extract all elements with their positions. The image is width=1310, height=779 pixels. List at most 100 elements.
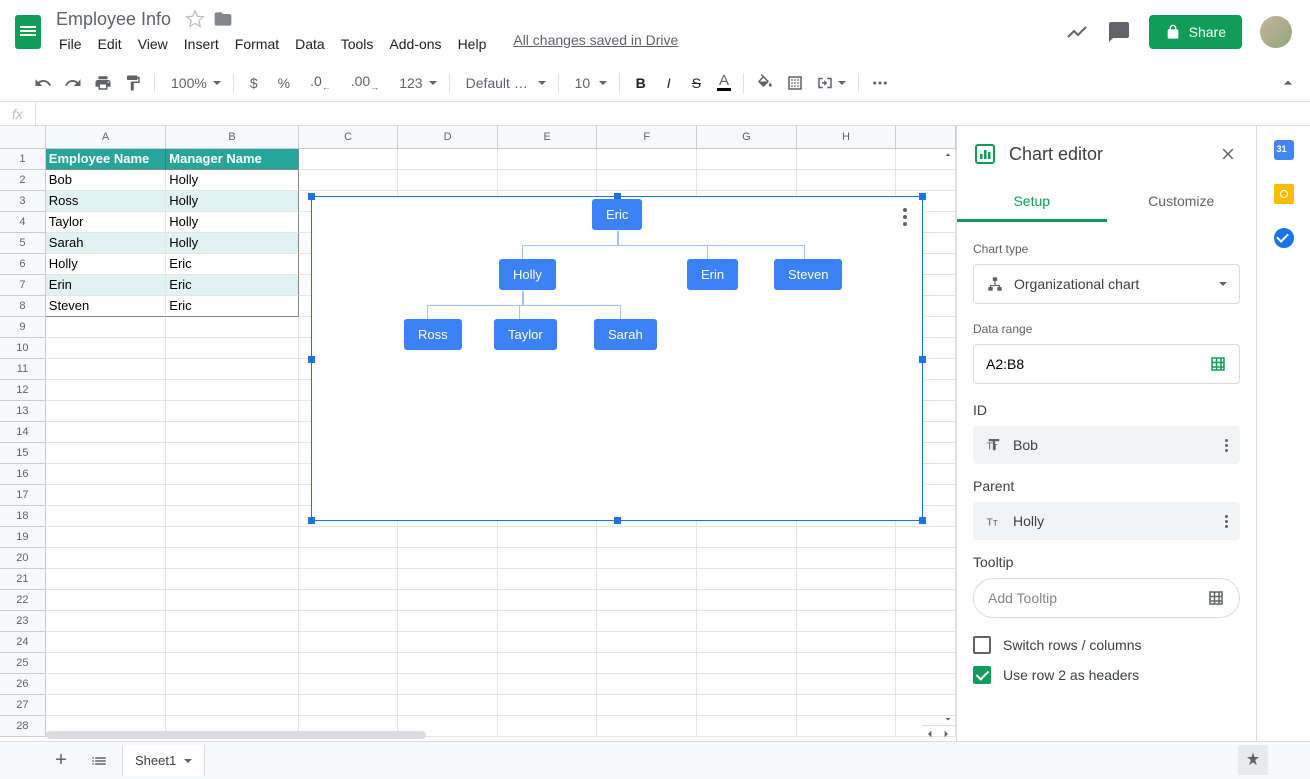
cell[interactable] <box>498 653 598 674</box>
row-header[interactable]: 19 <box>0 527 46 548</box>
cell[interactable] <box>597 149 697 170</box>
row-header[interactable]: 27 <box>0 695 46 716</box>
add-tooltip-button[interactable]: Add Tooltip <box>973 578 1240 618</box>
cell[interactable] <box>166 695 298 716</box>
cell[interactable] <box>166 401 298 422</box>
row-header[interactable]: 21 <box>0 569 46 590</box>
menu-help[interactable]: Help <box>451 32 494 56</box>
cell[interactable] <box>46 485 166 506</box>
cell[interactable]: Erin <box>46 275 166 296</box>
cell[interactable] <box>46 401 166 422</box>
cell[interactable] <box>597 569 697 590</box>
scroll-arrows[interactable] <box>922 725 956 741</box>
row-header[interactable]: 20 <box>0 548 46 569</box>
cell[interactable] <box>46 380 166 401</box>
close-panel-button[interactable] <box>1216 142 1240 166</box>
collapse-toolbar-icon[interactable] <box>1278 73 1298 93</box>
cell[interactable] <box>46 653 166 674</box>
cell[interactable] <box>797 695 897 716</box>
calendar-icon[interactable] <box>1274 140 1294 160</box>
cell[interactable] <box>166 317 298 338</box>
row-header[interactable]: 14 <box>0 422 46 443</box>
cell[interactable] <box>46 527 166 548</box>
tab-setup[interactable]: Setup <box>957 182 1107 222</box>
all-sheets-button[interactable] <box>84 746 114 776</box>
cell[interactable] <box>697 674 797 695</box>
print-button[interactable] <box>90 70 116 96</box>
row-header[interactable]: 12 <box>0 380 46 401</box>
more-toolbar-button[interactable] <box>867 70 893 96</box>
cell[interactable] <box>166 548 298 569</box>
currency-button[interactable]: $ <box>242 70 266 96</box>
cell[interactable]: Taylor <box>46 212 166 233</box>
account-avatar[interactable] <box>1260 16 1292 48</box>
cell[interactable] <box>299 674 399 695</box>
menu-edit[interactable]: Edit <box>91 32 129 56</box>
keep-icon[interactable] <box>1274 184 1294 204</box>
cell[interactable] <box>697 590 797 611</box>
cell[interactable] <box>498 611 598 632</box>
cell[interactable] <box>797 527 897 548</box>
row-header[interactable]: 4 <box>0 212 46 233</box>
row-header[interactable]: 28 <box>0 716 46 737</box>
cell[interactable] <box>498 674 598 695</box>
row-header[interactable]: 15 <box>0 443 46 464</box>
col-header[interactable] <box>896 126 956 149</box>
cell[interactable] <box>46 443 166 464</box>
cell[interactable] <box>597 632 697 653</box>
cell[interactable] <box>398 569 498 590</box>
increase-decimal-button[interactable]: .00→ <box>343 70 387 96</box>
row-header[interactable]: 22 <box>0 590 46 611</box>
merge-button[interactable] <box>812 70 850 96</box>
col-header[interactable]: G <box>697 126 797 149</box>
cell[interactable] <box>398 170 498 191</box>
zoom-select[interactable]: 100% <box>163 70 225 96</box>
move-folder-icon[interactable] <box>213 9 233 29</box>
cell[interactable]: Holly <box>166 233 298 254</box>
decrease-decimal-button[interactable]: .0← <box>302 70 339 96</box>
cell[interactable] <box>398 149 498 170</box>
cell[interactable] <box>166 422 298 443</box>
cell[interactable] <box>299 590 399 611</box>
cell[interactable] <box>166 590 298 611</box>
cell[interactable] <box>498 527 598 548</box>
cell[interactable] <box>398 590 498 611</box>
cell[interactable] <box>46 422 166 443</box>
cell[interactable]: Holly <box>166 212 298 233</box>
save-status[interactable]: All changes saved in Drive <box>513 32 678 56</box>
paint-format-button[interactable] <box>120 70 146 96</box>
cell[interactable] <box>697 632 797 653</box>
cell[interactable] <box>797 569 897 590</box>
col-header[interactable]: F <box>597 126 697 149</box>
spreadsheet-grid[interactable]: A B C D E F G H 1Employee NameManager Na… <box>0 126 956 741</box>
strikethrough-button[interactable]: S <box>684 70 709 96</box>
cell[interactable] <box>597 674 697 695</box>
cell[interactable] <box>299 653 399 674</box>
cell[interactable] <box>46 632 166 653</box>
more-icon[interactable] <box>1225 439 1228 452</box>
bold-button[interactable]: B <box>628 70 654 96</box>
cell[interactable]: Holly <box>166 170 298 191</box>
cell[interactable] <box>797 590 897 611</box>
cell[interactable] <box>597 548 697 569</box>
cell[interactable] <box>797 653 897 674</box>
cell[interactable] <box>46 611 166 632</box>
percent-button[interactable]: % <box>270 70 298 96</box>
cell[interactable] <box>697 611 797 632</box>
italic-button[interactable]: I <box>658 70 680 96</box>
cell[interactable] <box>398 632 498 653</box>
cell[interactable]: Steven <box>46 296 166 317</box>
row-header[interactable]: 2 <box>0 170 46 191</box>
select-all-corner[interactable] <box>0 126 46 149</box>
tab-customize[interactable]: Customize <box>1107 182 1257 222</box>
cell[interactable] <box>797 611 897 632</box>
vertical-scrollbar[interactable] <box>940 149 956 725</box>
cell[interactable] <box>797 632 897 653</box>
menu-data[interactable]: Data <box>288 32 332 56</box>
row-header[interactable]: 7 <box>0 275 46 296</box>
cell[interactable] <box>46 590 166 611</box>
sheets-logo[interactable] <box>8 12 48 52</box>
cell[interactable] <box>398 548 498 569</box>
cell[interactable] <box>498 695 598 716</box>
select-range-icon[interactable] <box>1209 355 1227 373</box>
